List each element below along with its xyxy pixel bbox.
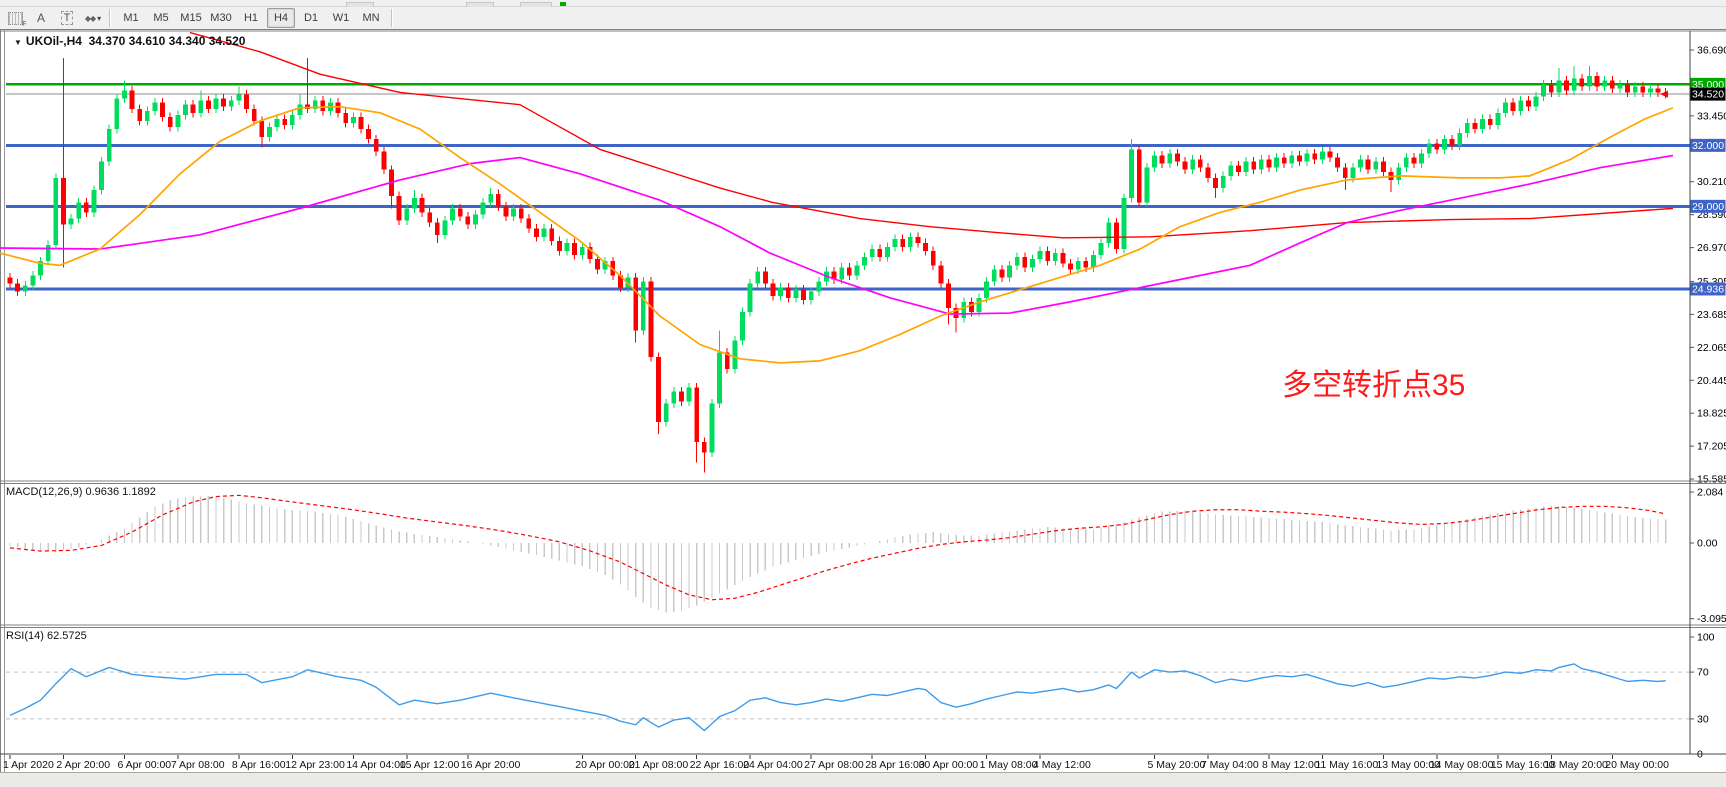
candlestick-series: [8, 58, 1669, 473]
time-axis-label: 27 Apr 08:00: [804, 759, 864, 771]
time-axis-label: 6 Apr 00:00: [117, 759, 171, 771]
main-chart-canvas[interactable]: 36.69033.45030.21028.59026.97025.30523.6…: [0, 0, 1726, 786]
time-axis: 1 Apr 20202 Apr 20:00 6 Apr 00:007 Apr 08…: [3, 755, 1669, 771]
time-axis-label: 15 Apr 12:00: [400, 759, 460, 771]
rsi-panel: 10070300: [6, 632, 1715, 761]
panel-borders: [0, 31, 1726, 754]
price-badge-label: 29.000: [1692, 201, 1724, 213]
symbol-dropdown-icon[interactable]: ▼: [14, 38, 22, 47]
price-badge-label: 24.936: [1692, 283, 1724, 295]
time-axis-label: 7 May 04:00: [1201, 759, 1259, 771]
macd-axis-label: -3.0957: [1697, 613, 1726, 625]
price-axis-label: 23.685: [1697, 309, 1726, 321]
time-axis-label: 20 Apr 00:00: [575, 759, 635, 771]
symbol-period-label: UKOil-,H4: [26, 34, 82, 48]
time-axis-label: 24 Apr 04:00: [743, 759, 803, 771]
time-axis-label: 16 Apr 20:00: [461, 759, 521, 771]
window-bottom-strip: [0, 772, 1726, 787]
price-axis-label: 17.205: [1697, 441, 1726, 453]
chart-title: ▼ UKOil-,H4 34.370 34.610 34.340 34.520: [14, 34, 245, 48]
time-axis-label: 12 Apr 23:00: [285, 759, 345, 771]
macd-axis-label: 0.00: [1697, 538, 1718, 550]
macd-indicator-label: MACD(12,26,9) 0.9636 1.1892: [6, 486, 156, 498]
time-axis-label: 28 Apr 16:00: [865, 759, 925, 771]
time-axis-label: 1 May 08:00: [980, 759, 1038, 771]
rsi-axis-label: 70: [1697, 667, 1709, 679]
rsi-indicator-label: RSI(14) 62.5725: [6, 630, 87, 642]
rsi-axis-label: 30: [1697, 713, 1709, 725]
price-axis-label: 22.065: [1697, 342, 1726, 354]
time-axis-label: 22 Apr 16:00: [690, 759, 750, 771]
time-axis-label: 18 May 20:00: [1544, 759, 1608, 771]
time-axis-label: 8 Apr 16:00: [232, 759, 286, 771]
price-axis-label: 36.690: [1697, 45, 1726, 57]
rsi-line: [10, 664, 1666, 731]
ohlc-values: 34.370 34.610 34.340 34.520: [89, 34, 246, 48]
last-price-arrow-icon: [1660, 91, 1668, 98]
macd-values: 0.9636 1.1892: [85, 486, 155, 498]
price-axis-label: 20.445: [1697, 375, 1726, 387]
macd-signal-line: [10, 495, 1666, 599]
price-axis-label: 18.825: [1697, 408, 1726, 420]
time-axis-label: 14 May 08:00: [1430, 759, 1494, 771]
horizontal-lines: [6, 84, 1690, 289]
price-badge-label: 34.520: [1692, 89, 1724, 101]
price-badge-label: 32.000: [1692, 140, 1724, 152]
macd-panel: 2.084 0.00 -3.0957: [10, 487, 1726, 626]
rsi-axis-label: 100: [1697, 632, 1715, 644]
chart-text-annotation[interactable]: 多空转折点35: [1282, 360, 1465, 404]
rsi-value: 62.5725: [47, 630, 87, 642]
time-axis-label: 21 Apr 08:00: [629, 759, 689, 771]
time-axis-label: 7 Apr 08:00: [171, 759, 225, 771]
price-axis-label: 26.970: [1697, 242, 1726, 254]
time-axis-label: 8 May 12:00: [1262, 759, 1320, 771]
macd-axis-label: 2.084: [1697, 487, 1723, 499]
price-axis-label: 30.210: [1697, 176, 1726, 188]
time-axis-label: 30 Apr 00:00: [919, 759, 979, 771]
time-axis-label: 14 Apr 04:00: [346, 759, 406, 771]
price-axis: 36.69033.45030.21028.59026.97025.30523.6…: [1690, 45, 1726, 486]
time-axis-label: 5 May 20:00: [1148, 759, 1206, 771]
time-axis-label: 1 Apr 2020: [3, 759, 54, 771]
time-axis-label: 20 May 00:00: [1605, 759, 1669, 771]
time-axis-label: 11 May 16:00: [1315, 759, 1378, 771]
time-axis-label: 2 Apr 20:00: [56, 759, 110, 771]
price-axis-label: 33.450: [1697, 110, 1726, 122]
time-axis-label: 4 May 12:00: [1033, 759, 1091, 771]
